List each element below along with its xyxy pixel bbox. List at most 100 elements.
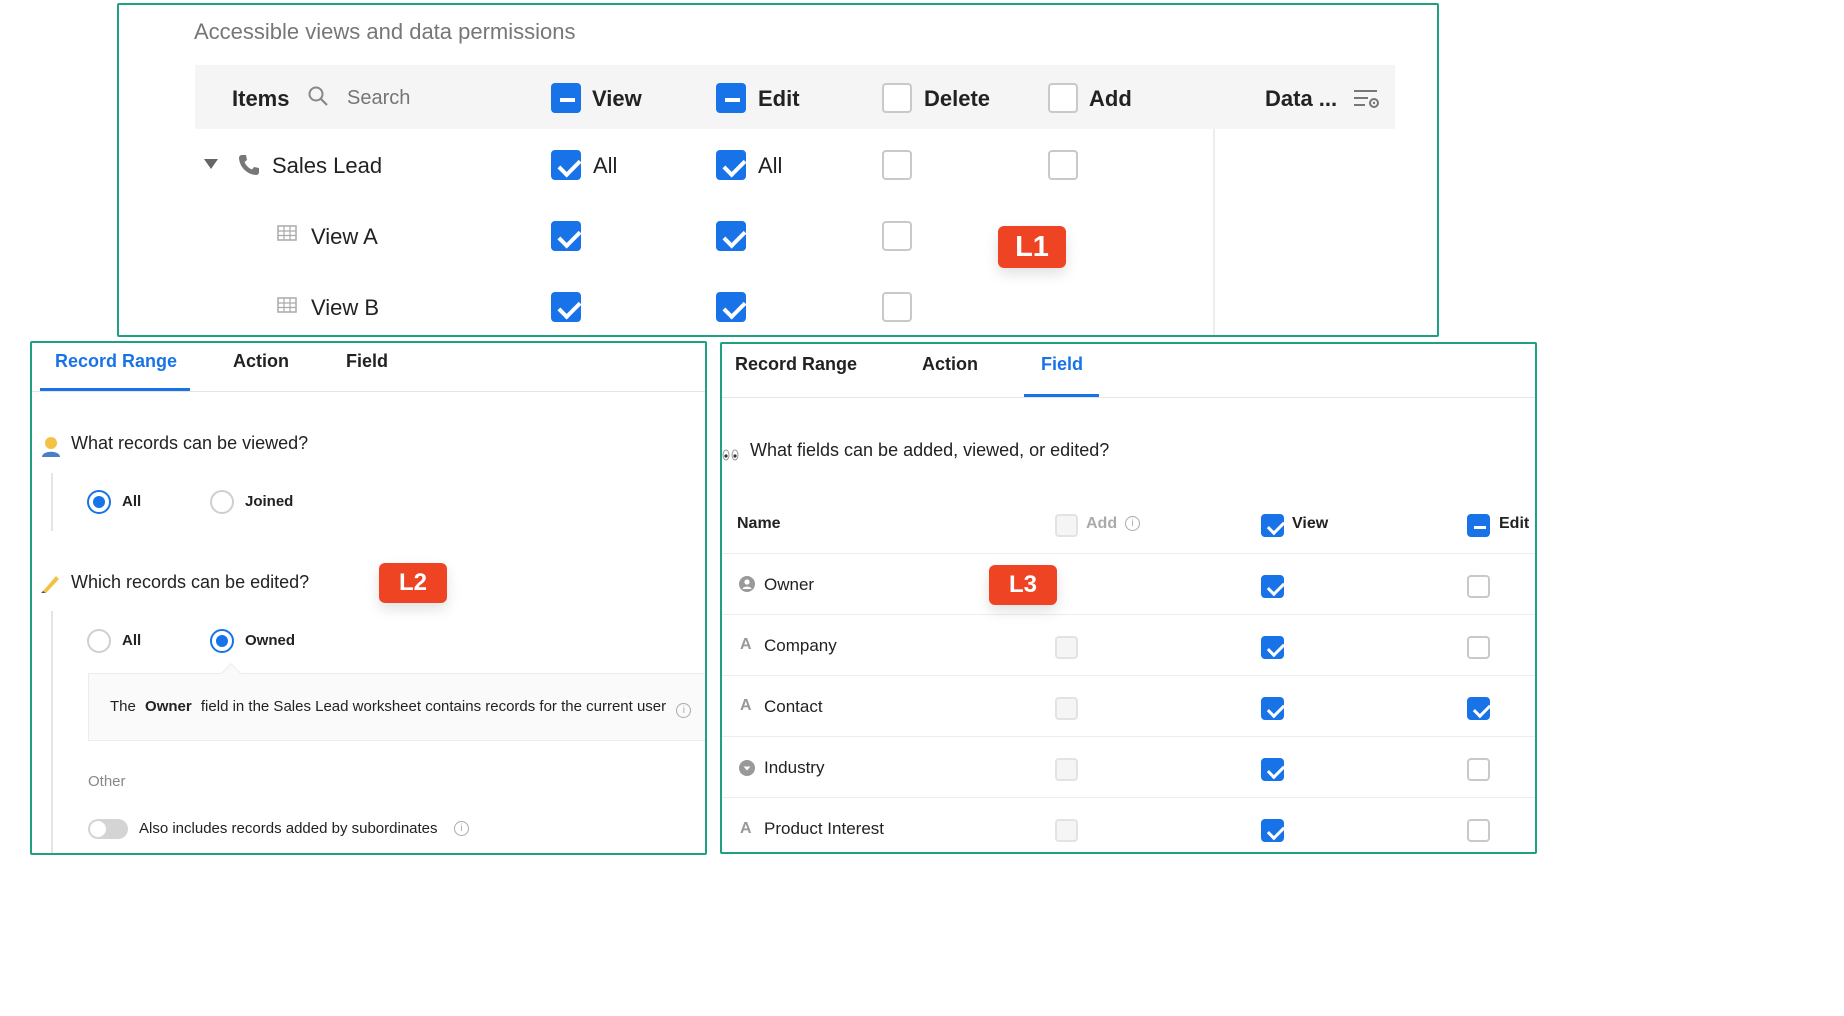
toggle-knob [90, 821, 106, 837]
add-all-checkbox[interactable] [1055, 514, 1078, 537]
l2-panel: Record Range Action Field What records c… [30, 341, 707, 855]
q1-indent-line [51, 473, 53, 531]
sales-lead-edit-checkbox[interactable] [716, 150, 746, 180]
edit-records-question: Which records can be edited? [71, 572, 310, 592]
l2-badge: L2 [379, 563, 447, 603]
column-settings-icon[interactable] [1353, 87, 1381, 111]
text-type-icon: A [740, 697, 752, 714]
view-all-checkbox[interactable] [551, 83, 581, 113]
note-field-name: Owner [145, 698, 192, 715]
view-b-edit-checkbox[interactable] [716, 292, 746, 322]
edit-column-header: Edit [1499, 515, 1530, 532]
edit-owned-radio[interactable] [210, 629, 234, 653]
info-icon[interactable]: i [1125, 516, 1140, 531]
search-input[interactable] [347, 83, 507, 113]
tab-field[interactable]: Field [1041, 354, 1083, 375]
user-circle-icon [739, 576, 755, 592]
edit-all-radio[interactable] [87, 629, 111, 653]
subordinates-label: Also includes records added by subordina… [139, 820, 438, 837]
dropdown-type-icon [739, 760, 755, 776]
note-prefix: The [110, 698, 136, 715]
phone-icon [237, 153, 261, 177]
edit-all-checkbox[interactable] [716, 83, 746, 113]
edit-all-checkbox[interactable] [1467, 514, 1490, 537]
view-a-edit-checkbox[interactable] [716, 221, 746, 251]
add-all-checkbox[interactable] [1048, 83, 1078, 113]
table-view-icon [277, 225, 297, 241]
owner-edit-checkbox[interactable] [1467, 575, 1490, 598]
owner-view-checkbox[interactable] [1261, 575, 1284, 598]
tab-record-range[interactable]: Record Range [735, 354, 857, 375]
sales-lead-edit-text: All [758, 153, 783, 178]
product-interest-view-checkbox[interactable] [1261, 819, 1284, 842]
view-records-question: What records can be viewed? [71, 433, 309, 453]
info-icon[interactable]: i [676, 703, 692, 718]
field-name-product-interest: Product Interest [764, 819, 885, 838]
view-all-label: All [122, 493, 142, 510]
view-a-delete-checkbox[interactable] [882, 221, 912, 251]
text-type-icon: A [740, 636, 752, 653]
info-icon[interactable]: i [454, 821, 469, 836]
row-divider [722, 675, 1535, 676]
company-view-checkbox[interactable] [1261, 636, 1284, 659]
edit-owned-label: Owned [245, 632, 296, 649]
text-type-icon: A [740, 820, 752, 837]
field-name-owner: Owner [764, 575, 815, 594]
view-b-label: View B [311, 295, 380, 320]
row-divider [722, 797, 1535, 798]
industry-edit-checkbox[interactable] [1467, 758, 1490, 781]
delete-all-checkbox[interactable] [882, 83, 912, 113]
edit-column-header: Edit [758, 86, 800, 111]
contact-edit-checkbox[interactable] [1467, 697, 1490, 720]
view-column-header: View [592, 86, 642, 111]
view-joined-radio[interactable] [210, 490, 234, 514]
tab-action[interactable]: Action [233, 351, 289, 372]
sales-lead-view-checkbox[interactable] [551, 150, 581, 180]
owner-note-box: The Owner field in the Sales Lead worksh… [88, 663, 705, 741]
field-name-company: Company [764, 636, 837, 655]
l1-panel: Accessible views and data permissions It… [117, 3, 1439, 337]
product-interest-edit-checkbox[interactable] [1467, 819, 1490, 842]
tab-action[interactable]: Action [922, 354, 978, 375]
view-b-delete-checkbox[interactable] [882, 292, 912, 322]
eyes-icon [722, 448, 740, 462]
company-edit-checkbox[interactable] [1467, 636, 1490, 659]
name-column-header: Name [737, 515, 781, 532]
sales-lead-add-checkbox[interactable] [1048, 150, 1078, 180]
view-joined-label: Joined [245, 493, 294, 510]
contact-view-checkbox[interactable] [1261, 697, 1284, 720]
contact-add-checkbox[interactable] [1055, 697, 1078, 720]
tab-field[interactable]: Field [346, 351, 388, 372]
industry-view-checkbox[interactable] [1261, 758, 1284, 781]
industry-add-checkbox[interactable] [1055, 758, 1078, 781]
person-emoji-icon [40, 435, 62, 457]
data-column-header: Data ... [1265, 86, 1338, 111]
view-b-view-checkbox[interactable] [551, 292, 581, 322]
view-a-label: View A [311, 224, 378, 249]
field-name-contact: Contact [764, 697, 823, 716]
view-all-checkbox[interactable] [1261, 514, 1284, 537]
note-pointer [221, 663, 241, 683]
search-icon[interactable] [307, 85, 329, 107]
row-divider [722, 614, 1535, 615]
row-divider [722, 736, 1535, 737]
writing-hand-icon [40, 572, 62, 594]
view-a-view-checkbox[interactable] [551, 221, 581, 251]
delete-column-header: Delete [924, 86, 991, 111]
note-suffix: field in the Sales Lead worksheet contai… [200, 698, 667, 715]
product-interest-add-checkbox[interactable] [1055, 819, 1078, 842]
l1-title: Accessible views and data permissions [194, 19, 576, 44]
tab-bar-divider [722, 397, 1535, 398]
collapse-caret-icon[interactable] [204, 159, 218, 169]
add-column-header: Add [1086, 515, 1118, 532]
company-add-checkbox[interactable] [1055, 636, 1078, 659]
tab-record-range[interactable]: Record Range [55, 351, 177, 372]
field-name-industry: Industry [764, 758, 825, 777]
sales-lead-delete-checkbox[interactable] [882, 150, 912, 180]
view-all-radio[interactable] [87, 490, 111, 514]
data-column-divider [1213, 129, 1215, 335]
other-section-label: Other [88, 773, 126, 790]
table-view-icon [277, 297, 297, 313]
sales-lead-label: Sales Lead [272, 153, 383, 178]
subordinates-toggle[interactable] [88, 819, 128, 839]
